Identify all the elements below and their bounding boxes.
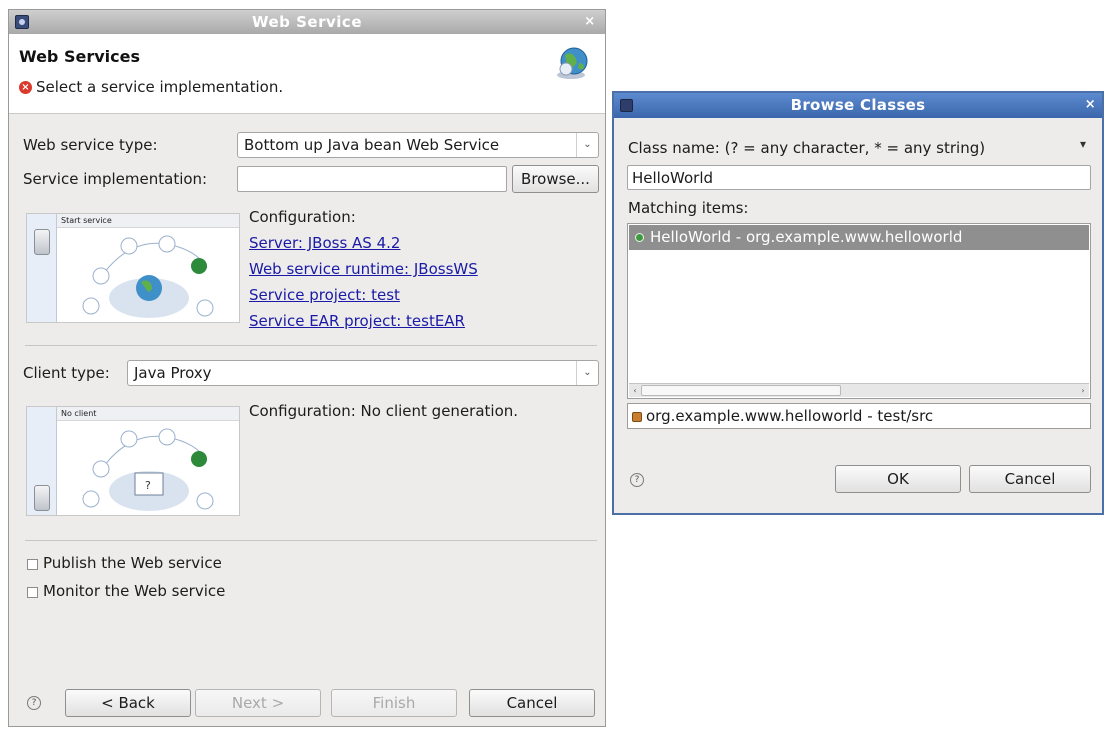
wizard-header: Web Services × Select a service implemen… [9,34,605,114]
ws-window-title: Web Service [251,13,362,31]
scrollbar-thumb[interactable] [641,385,841,396]
back-button[interactable]: < Back [65,689,191,717]
server-link[interactable]: Server: JBoss AS 4.2 [249,234,400,252]
close-icon[interactable]: × [581,13,599,31]
separator [25,540,597,541]
client-type-combo[interactable]: Java Proxy ⌄ [127,360,599,386]
package-icon [632,411,642,422]
service-ear-project-link[interactable]: Service EAR project: testEAR [249,312,465,330]
close-icon[interactable]: × [1085,96,1096,114]
web-service-type-combo[interactable]: Bottom up Java bean Web Service ⌄ [237,132,599,158]
web-service-type-value: Bottom up Java bean Web Service [244,136,500,154]
separator [25,345,597,346]
cancel-button[interactable]: Cancel [469,689,595,717]
service-implementation-input[interactable] [237,166,507,192]
class-name-label: Class name: (? = any character, * = any … [628,139,986,157]
service-slider-knob[interactable] [34,229,50,255]
wizard-error-text: Select a service implementation. [36,78,284,96]
wizard-page-title: Web Services [19,47,140,66]
matching-items-label: Matching items: [628,199,749,217]
web-service-globe-icon [557,47,588,79]
help-icon[interactable]: ? [27,696,41,710]
chevron-down-icon: ⌄ [576,133,598,157]
publish-checkbox[interactable] [27,559,38,570]
monitor-label[interactable]: Monitor the Web service [43,582,225,600]
qualifier-label: org.example.www.helloworld - test/src [646,407,934,425]
browse-button[interactable]: Browse... [512,165,599,193]
chevron-down-icon: ⌄ [576,361,598,385]
cancel-button[interactable]: Cancel [969,465,1091,493]
bc-title-bar[interactable]: Browse Classes × [614,93,1102,118]
service-level-slider[interactable]: Start service [26,213,240,323]
monitor-checkbox[interactable] [27,587,38,598]
bc-dialog-title: Browse Classes [790,96,926,114]
publish-label[interactable]: Publish the Web service [43,554,222,572]
scroll-left-arrow-icon[interactable]: ‹ [629,385,641,396]
list-item-label: HelloWorld - org.example.www.helloworld [650,228,963,246]
app-icon [15,15,29,29]
service-slider-caption: Start service [57,214,239,228]
class-name-input[interactable]: HelloWorld [627,165,1091,190]
app-icon [620,99,633,112]
svg-text:?: ? [145,479,151,492]
horizontal-scrollbar[interactable]: ‹ › [629,383,1089,397]
scroll-right-arrow-icon[interactable]: › [1077,385,1089,396]
next-button[interactable]: Next > [195,689,321,717]
ws-title-bar[interactable]: Web Service × [9,10,605,34]
help-icon[interactable]: ? [630,473,644,487]
qualifier-list[interactable]: org.example.www.helloworld - test/src [627,403,1091,429]
finish-button[interactable]: Finish [331,689,457,717]
client-type-value: Java Proxy [134,364,212,382]
client-slider-knob[interactable] [34,485,50,511]
wizard-error-message: × Select a service implementation. [19,78,283,96]
client-configuration-text: Configuration: No client generation. [249,402,519,420]
matching-items-list[interactable]: HelloWorld - org.example.www.helloworld … [627,223,1091,399]
ok-button[interactable]: OK [835,465,961,493]
service-topology-illustration [82,235,214,318]
browse-classes-dialog: Browse Classes × Class name: (? = any ch… [612,91,1104,515]
list-item[interactable]: HelloWorld - org.example.www.helloworld [629,225,1089,250]
menu-dropdown-icon[interactable]: ▾ [1080,137,1086,151]
client-slider-caption: No client [57,407,239,421]
web-service-window: Web Service × Web Services × Select a se… [8,9,606,727]
service-configuration-heading: Configuration: [249,208,356,226]
service-project-link[interactable]: Service project: test [249,286,400,304]
class-icon [635,233,644,242]
client-level-slider[interactable]: No client ? [26,406,240,516]
client-type-label: Client type: [23,364,110,382]
error-icon: × [19,80,32,94]
web-service-runtime-link[interactable]: Web service runtime: JBossWS [249,260,478,278]
client-topology-illustration: ? [82,428,214,511]
service-implementation-label: Service implementation: [23,170,208,188]
web-service-type-label: Web service type: [23,136,158,154]
